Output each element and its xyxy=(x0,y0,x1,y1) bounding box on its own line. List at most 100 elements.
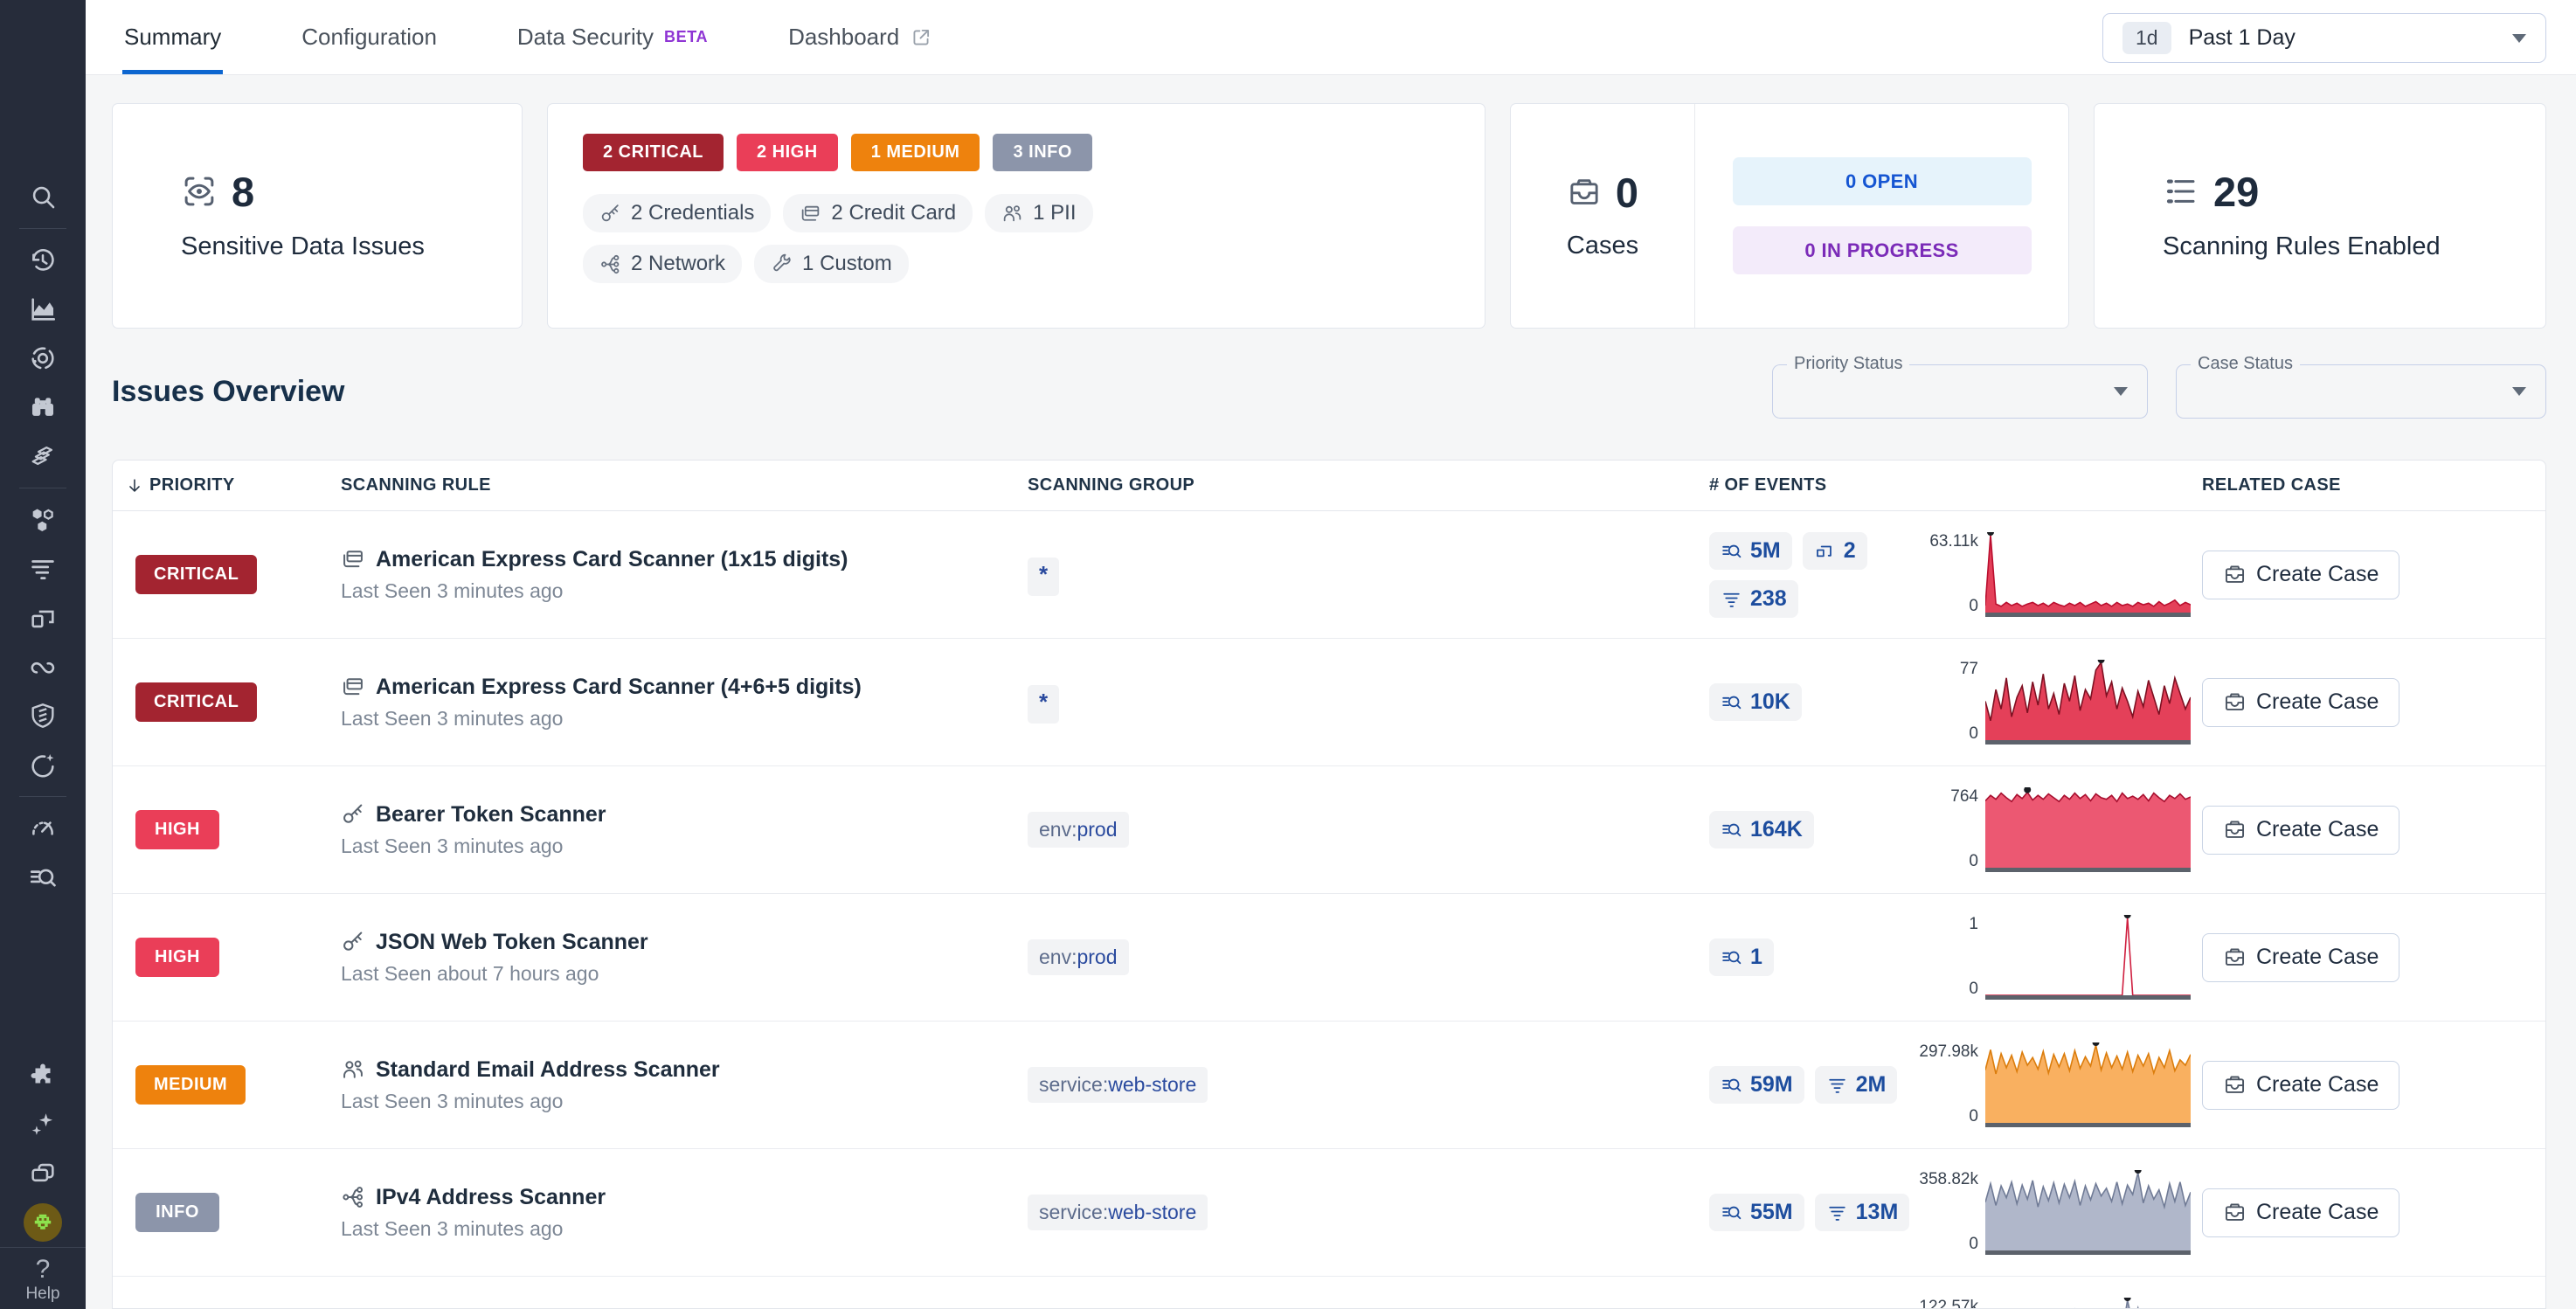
sidebar-divider xyxy=(19,228,66,229)
scanning-group-tag[interactable]: env:prod xyxy=(1028,812,1129,848)
time-range-dropdown[interactable]: 1d Past 1 Day xyxy=(2102,13,2546,63)
security-shield-icon[interactable] xyxy=(0,691,86,740)
scanning-group-tag[interactable]: * xyxy=(1028,558,1059,596)
table-row[interactable]: INFOIPv6 Address Scanner122.57k0Create C… xyxy=(113,1277,2545,1309)
event-counts: 5M 2238 xyxy=(1709,532,1917,618)
issues-count: 8 xyxy=(232,168,254,216)
event-count-pill[interactable]: 164K xyxy=(1709,811,1814,848)
create-case-button[interactable]: Create Case xyxy=(2202,551,2399,599)
category-chip[interactable]: 2 Credit Card xyxy=(783,194,973,232)
severity-badge[interactable]: 2 CRITICAL xyxy=(583,134,724,171)
table-row[interactable]: CRITICALAmerican Express Card Scanner (1… xyxy=(113,511,2545,639)
logs-icon[interactable] xyxy=(0,544,86,593)
event-count-pill[interactable]: 59M xyxy=(1709,1066,1804,1104)
create-case-button[interactable]: Create Case xyxy=(2202,678,2399,727)
bits-ai-sparkles-icon[interactable] xyxy=(0,1100,86,1149)
case-status-pill[interactable]: 0 IN PROGRESS xyxy=(1733,226,2032,274)
quality-gauge-icon[interactable] xyxy=(0,740,86,789)
rule-name[interactable]: IPv4 Address Scanner xyxy=(341,1185,1028,1210)
sensitive-data-issues-card[interactable]: 8 Sensitive Data Issues xyxy=(112,103,523,329)
deployments-layers-icon[interactable] xyxy=(0,432,86,481)
apm-target-icon[interactable] xyxy=(0,334,86,383)
create-case-button[interactable]: Create Case xyxy=(2202,806,2399,855)
table-row[interactable]: MEDIUMStandard Email Address ScannerLast… xyxy=(113,1022,2545,1149)
tab-configuration[interactable]: Configuration xyxy=(301,0,437,74)
rule-name[interactable]: American Express Card Scanner (1x15 digi… xyxy=(341,547,1028,572)
sparkline-chart xyxy=(1985,532,2191,618)
case-status-pill[interactable]: 0 OPEN xyxy=(1733,157,2032,205)
create-case-button[interactable]: Create Case xyxy=(2202,1061,2399,1110)
event-count-pill[interactable]: 2 xyxy=(1803,532,1867,570)
priority-badge: INFO xyxy=(135,1193,219,1232)
user-avatar[interactable] xyxy=(0,1198,86,1247)
infrastructure-hexagons-icon[interactable] xyxy=(0,495,86,544)
table-row[interactable]: CRITICALAmerican Express Card Scanner (4… xyxy=(113,639,2545,766)
severity-breakdown-card: 2 CRITICAL 2 HIGH 1 MEDIUM 3 INFO 2 Credent… xyxy=(547,103,1485,329)
logs-icon xyxy=(1826,1202,1848,1223)
watchdog-binoculars-icon[interactable] xyxy=(0,383,86,432)
table-row[interactable]: INFO IPv4 Address Scanner Last Seen 3 minu… xyxy=(113,1149,2545,1277)
column-scanning-group[interactable]: SCANNING GROUP xyxy=(1028,475,1709,495)
sensitive-data-scanner-icon[interactable] xyxy=(0,853,86,902)
case-icon xyxy=(1567,175,1602,210)
filter-priority-status[interactable]: Priority Status xyxy=(1772,364,2148,419)
column-events[interactable]: # OF EVENTS xyxy=(1709,475,2202,495)
event-count-pill[interactable]: 13M xyxy=(1815,1194,1910,1231)
issues-table: PRIORITY SCANNING RULE SCANNING GROUP # … xyxy=(112,460,2546,1309)
tab-dashboard[interactable]: Dashboard xyxy=(788,0,932,74)
event-counts: 55M 13M xyxy=(1709,1194,1917,1231)
ux-monitoring-windows-icon[interactable] xyxy=(0,593,86,642)
tab-data-security[interactable]: Data SecurityBETA xyxy=(517,0,708,74)
scanning-group-tag[interactable]: service:web-store xyxy=(1028,1195,1208,1230)
rule-last-seen: Last Seen 3 minutes ago xyxy=(341,579,1028,603)
category-chip[interactable]: 1 PII xyxy=(985,194,1092,232)
severity-badge[interactable]: 3 INFO xyxy=(993,134,1091,171)
scanning-group-tag[interactable]: * xyxy=(1028,685,1059,724)
scanning-rules-card[interactable]: 29 Scanning Rules Enabled xyxy=(2094,103,2546,329)
pipelines-icon[interactable] xyxy=(0,642,86,691)
event-count-pill[interactable]: 55M xyxy=(1709,1194,1804,1231)
cases-count-section[interactable]: 0 Cases xyxy=(1511,104,1695,328)
severity-badge[interactable]: 1 MEDIUM xyxy=(851,134,980,171)
workflows-copy-icon[interactable] xyxy=(0,1149,86,1198)
rule-name[interactable]: Standard Email Address Scanner xyxy=(341,1057,1028,1083)
event-count-pill[interactable]: 238 xyxy=(1709,580,1798,618)
column-related-case[interactable]: RELATED CASE xyxy=(2202,475,2545,495)
cases-count: 0 xyxy=(1616,169,1638,217)
event-count-pill[interactable]: 5M xyxy=(1709,532,1792,570)
integrations-puzzle-icon[interactable] xyxy=(0,1051,86,1100)
event-count-pill[interactable]: 10K xyxy=(1709,683,1802,721)
category-chip[interactable]: 1 Custom xyxy=(754,245,909,283)
table-row[interactable]: HIGHBearer Token ScannerLast Seen 3 minu… xyxy=(113,766,2545,894)
tab-summary[interactable]: Summary xyxy=(124,0,221,74)
category-chip[interactable]: 2 Credentials xyxy=(583,194,771,232)
priority-badge: HIGH xyxy=(135,810,219,849)
service-speedometer-icon[interactable] xyxy=(0,804,86,853)
filters: Priority Status Case Status xyxy=(1772,364,2546,419)
column-scanning-rule[interactable]: SCANNING RULE xyxy=(341,475,1028,495)
help-label: Help xyxy=(25,1285,59,1304)
column-priority[interactable]: PRIORITY xyxy=(113,475,341,495)
rule-name[interactable]: Bearer Token Scanner xyxy=(341,802,1028,828)
create-case-button[interactable]: Create Case xyxy=(2202,933,2399,982)
help-section[interactable]: ? Help xyxy=(0,1247,86,1309)
table-row[interactable]: HIGHJSON Web Token ScannerLast Seen abou… xyxy=(113,894,2545,1022)
scanning-group-tag[interactable]: service:web-store xyxy=(1028,1067,1208,1103)
create-case-button[interactable]: Create Case xyxy=(2202,1188,2399,1237)
events-sparkline: 122.57k0 xyxy=(1919,1298,2202,1309)
metrics-icon[interactable] xyxy=(0,285,86,334)
summary-cards: 8 Sensitive Data Issues 2 CRITICAL 2 HIGH… xyxy=(112,103,2546,329)
event-counts: 1 xyxy=(1709,938,1917,976)
rule-name[interactable]: JSON Web Token Scanner xyxy=(341,930,1028,955)
category-chip[interactable]: 2 Network xyxy=(583,245,742,283)
rule-last-seen: Last Seen 3 minutes ago xyxy=(341,707,1028,731)
history-icon[interactable] xyxy=(0,236,86,285)
search-icon[interactable] xyxy=(0,172,86,221)
filter-case-status[interactable]: Case Status xyxy=(2176,364,2546,419)
event-count-pill[interactable]: 1 xyxy=(1709,938,1774,976)
event-count-pill[interactable]: 2M xyxy=(1815,1066,1898,1104)
rule-last-seen: Last Seen 3 minutes ago xyxy=(341,1217,1028,1241)
severity-badge[interactable]: 2 HIGH xyxy=(737,134,838,171)
scanning-group-tag[interactable]: env:prod xyxy=(1028,939,1129,975)
rule-name[interactable]: American Express Card Scanner (4+6+5 dig… xyxy=(341,675,1028,700)
